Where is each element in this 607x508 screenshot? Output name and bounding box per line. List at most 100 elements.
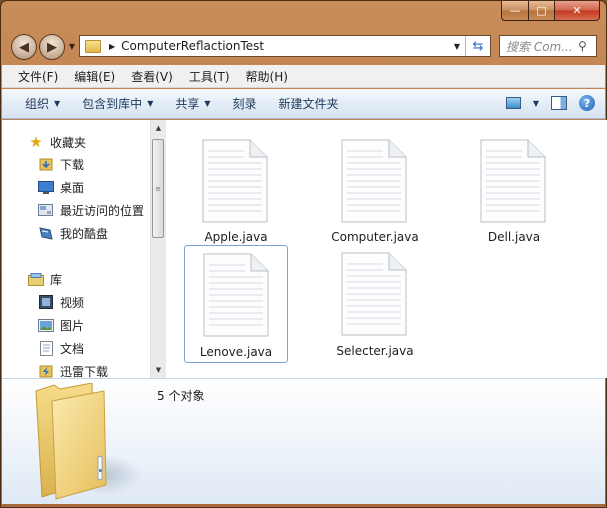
search-box[interactable]: 搜索 Com... ⚲ — [499, 35, 597, 57]
burn-button[interactable]: 刻录 — [226, 95, 264, 112]
menu-edit[interactable]: 编辑(E) — [66, 68, 123, 85]
burn-label: 刻录 — [232, 97, 257, 111]
back-icon: ◀ — [19, 39, 29, 55]
file-item-computer[interactable]: Computer.java — [323, 124, 427, 244]
maximize-icon: □ — [536, 4, 547, 17]
share-label: 共享 — [175, 97, 200, 111]
scroll-down-icon[interactable]: ▼ — [151, 362, 166, 378]
nav-item-kupan[interactable]: 我的酷盘 — [38, 223, 108, 243]
nav-item-label: 最近访问的位置 — [60, 203, 145, 218]
navigation-buttons: ◀ ▶ ▼ — [11, 34, 77, 60]
chevron-down-icon: ▼ — [147, 99, 154, 108]
java-file-icon — [480, 139, 546, 223]
nav-item-label: 视频 — [60, 295, 85, 310]
nav-item-downloads[interactable]: 下载 — [38, 154, 84, 174]
nav-libraries-label: 库 — [50, 272, 63, 287]
item-count: 5 个对象 — [157, 389, 205, 403]
file-name: Lenove.java — [199, 345, 273, 359]
organize-label: 组织 — [25, 97, 50, 111]
nav-favorites[interactable]: ★ 收藏夹 — [28, 132, 86, 152]
nav-item-desktop[interactable]: 桌面 — [38, 177, 84, 197]
explorer-window: — □ ✕ ◀ ▶ ▼ ▶ ComputerReflactionTest ▼ ⇆… — [0, 0, 607, 508]
recent-pages-dropdown[interactable]: ▼ — [67, 34, 77, 58]
menu-view[interactable]: 查看(V) — [123, 68, 181, 85]
menu-file[interactable]: 文件(F) — [10, 68, 66, 85]
view-dropdown[interactable]: ▼ — [533, 93, 539, 113]
refresh-icon[interactable]: ⇆ — [465, 36, 490, 56]
include-in-library-button[interactable]: 包含到库中 ▼ — [75, 95, 160, 112]
forward-button[interactable]: ▶ — [39, 34, 65, 60]
forward-icon: ▶ — [47, 39, 57, 55]
nav-item-pictures[interactable]: 图片 — [38, 315, 84, 335]
scrollbar-thumb[interactable]: ≡ — [152, 139, 164, 238]
breadcrumb-arrow-icon[interactable]: ▶ — [109, 42, 115, 51]
change-view-button[interactable] — [505, 93, 521, 113]
nav-item-label: 我的酷盘 — [60, 226, 109, 241]
nav-item-label: 图片 — [60, 318, 85, 333]
folder-icon — [85, 39, 101, 53]
menu-help[interactable]: 帮助(H) — [238, 68, 296, 85]
minimize-icon: — — [509, 4, 521, 17]
nav-item-label: 下载 — [60, 157, 85, 172]
download-folder-icon — [38, 157, 54, 171]
star-icon: ★ — [29, 133, 43, 151]
caption-buttons: — □ ✕ — [501, 1, 600, 21]
preview-pane-button[interactable] — [551, 93, 567, 113]
nav-item-thunder-download[interactable]: 迅雷下载 — [38, 361, 108, 378]
file-name: Selecter.java — [336, 344, 414, 358]
address-dropdown-icon[interactable]: ▼ — [449, 42, 465, 51]
file-name: Dell.java — [487, 230, 541, 244]
breadcrumb-current-folder[interactable]: ComputerReflactionTest — [121, 39, 449, 53]
nav-item-label: 迅雷下载 — [60, 364, 109, 379]
desktop-icon — [38, 180, 54, 194]
navigation-pane: ★ 收藏夹 下载 桌面 最近访问的位置 我的酷盘 库 视频 图片 文档 迅雷下载 — [2, 120, 150, 378]
file-item-lenove[interactable]: Lenove.java — [184, 245, 288, 363]
search-input[interactable]: 搜索 Com... — [500, 38, 578, 55]
new-folder-label: 新建文件夹 — [278, 97, 339, 111]
video-icon — [38, 295, 54, 309]
file-item-apple[interactable]: Apple.java — [184, 124, 288, 244]
details-pane: 5 个对象 — [2, 378, 605, 504]
menu-bar: 文件(F) 编辑(E) 查看(V) 工具(T) 帮助(H) — [2, 65, 605, 88]
nav-item-videos[interactable]: 视频 — [38, 292, 84, 312]
nav-item-label: 桌面 — [60, 180, 85, 195]
search-icon[interactable]: ⚲ — [578, 39, 596, 53]
address-bar[interactable]: ▶ ComputerReflactionTest ▼ ⇆ — [79, 35, 491, 57]
file-item-selecter[interactable]: Selecter.java — [323, 245, 427, 363]
command-bar-right: ▼ ? — [494, 93, 595, 113]
include-in-library-label: 包含到库中 — [82, 97, 143, 111]
thunder-download-icon — [38, 364, 54, 378]
file-list: Apple.java Computer.java Dell.java Lenov… — [166, 120, 607, 378]
library-icon — [28, 272, 44, 286]
maximize-button[interactable]: □ — [529, 1, 555, 21]
nav-item-recent-places[interactable]: 最近访问的位置 — [38, 200, 144, 220]
java-file-icon — [341, 252, 407, 336]
file-name: Apple.java — [204, 230, 268, 244]
close-button[interactable]: ✕ — [555, 1, 600, 21]
pictures-icon — [38, 318, 54, 332]
minimize-button[interactable]: — — [501, 1, 529, 21]
file-item-dell[interactable]: Dell.java — [462, 124, 566, 244]
view-icon — [505, 97, 521, 109]
back-button[interactable]: ◀ — [11, 34, 37, 60]
nav-libraries[interactable]: 库 — [28, 269, 62, 289]
menu-tools[interactable]: 工具(T) — [181, 68, 238, 85]
scroll-up-icon[interactable]: ▲ — [151, 120, 166, 136]
java-file-icon — [341, 139, 407, 223]
java-file-icon — [202, 139, 268, 223]
close-icon: ✕ — [572, 4, 582, 17]
documents-icon — [38, 340, 54, 356]
help-button[interactable]: ? — [579, 93, 595, 113]
folder-icon — [35, 383, 142, 500]
recent-places-icon — [38, 203, 54, 217]
chevron-down-icon: ▼ — [54, 99, 61, 108]
new-folder-button[interactable]: 新建文件夹 — [272, 95, 346, 112]
organize-button[interactable]: 组织 ▼ — [18, 95, 67, 112]
file-name: Computer.java — [331, 230, 419, 244]
preview-pane-icon — [551, 96, 567, 110]
share-button[interactable]: 共享 ▼ — [168, 95, 217, 112]
command-bar: 组织 ▼ 包含到库中 ▼ 共享 ▼ 刻录 新建文件夹 ▼ ? — [2, 89, 605, 119]
nav-item-documents[interactable]: 文档 — [38, 338, 84, 358]
nav-pane-scrollbar[interactable]: ▲ ≡ ▼ — [150, 120, 166, 378]
java-file-icon — [203, 253, 269, 337]
